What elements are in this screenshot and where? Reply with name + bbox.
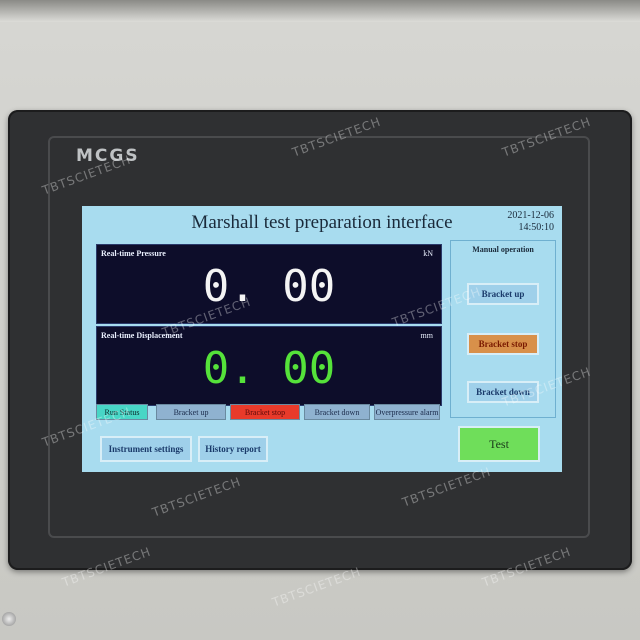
displacement-value: 0. 00	[202, 343, 336, 394]
displacement-label: Real-time Displacement	[101, 331, 183, 340]
overpressure-alarm-indicator: Overpressure alarm	[374, 404, 440, 420]
manual-operation-title: Manual operation	[472, 245, 534, 254]
top-strip	[0, 0, 640, 22]
datetime: 2021-12-06 14:50:10	[507, 210, 554, 234]
bracket-up-button[interactable]: Bracket up	[467, 283, 539, 305]
pressure-unit: kN	[423, 249, 433, 258]
brand-logo: MCGS	[76, 146, 140, 166]
pressure-label: Real-time Pressure	[101, 249, 166, 258]
instrument-settings-button[interactable]: Instrument settings	[100, 436, 192, 462]
screen-title: Marshall test preparation interface	[191, 212, 453, 233]
manual-operation-panel: Manual operation Bracket up Bracket stop…	[450, 240, 556, 418]
bracket-up-indicator: Bracket up	[156, 404, 226, 420]
run-status-indicator: Run Status	[96, 404, 148, 420]
hmi-screen: Marshall test preparation interface 2021…	[82, 206, 562, 472]
date-text: 2021-12-06	[507, 210, 554, 221]
bracket-stop-button[interactable]: Bracket stop	[467, 333, 539, 355]
displacement-unit: mm	[420, 331, 433, 340]
time-text: 14:50:10	[518, 222, 554, 233]
bracket-stop-indicator: Bracket stop	[230, 404, 300, 420]
bracket-down-indicator: Bracket down	[304, 404, 370, 420]
history-report-button[interactable]: History report	[198, 436, 268, 462]
screw-icon	[2, 612, 16, 626]
pressure-value: 0. 00	[202, 261, 336, 312]
pressure-readout: Real-time Pressure kN 0. 00	[96, 244, 442, 324]
test-button[interactable]: Test	[458, 426, 540, 462]
bracket-down-button[interactable]: Bracket down	[467, 381, 539, 403]
status-bar: Run Status Bracket up Bracket stop Brack…	[96, 404, 440, 420]
displacement-readout: Real-time Displacement mm 0. 00	[96, 326, 442, 406]
